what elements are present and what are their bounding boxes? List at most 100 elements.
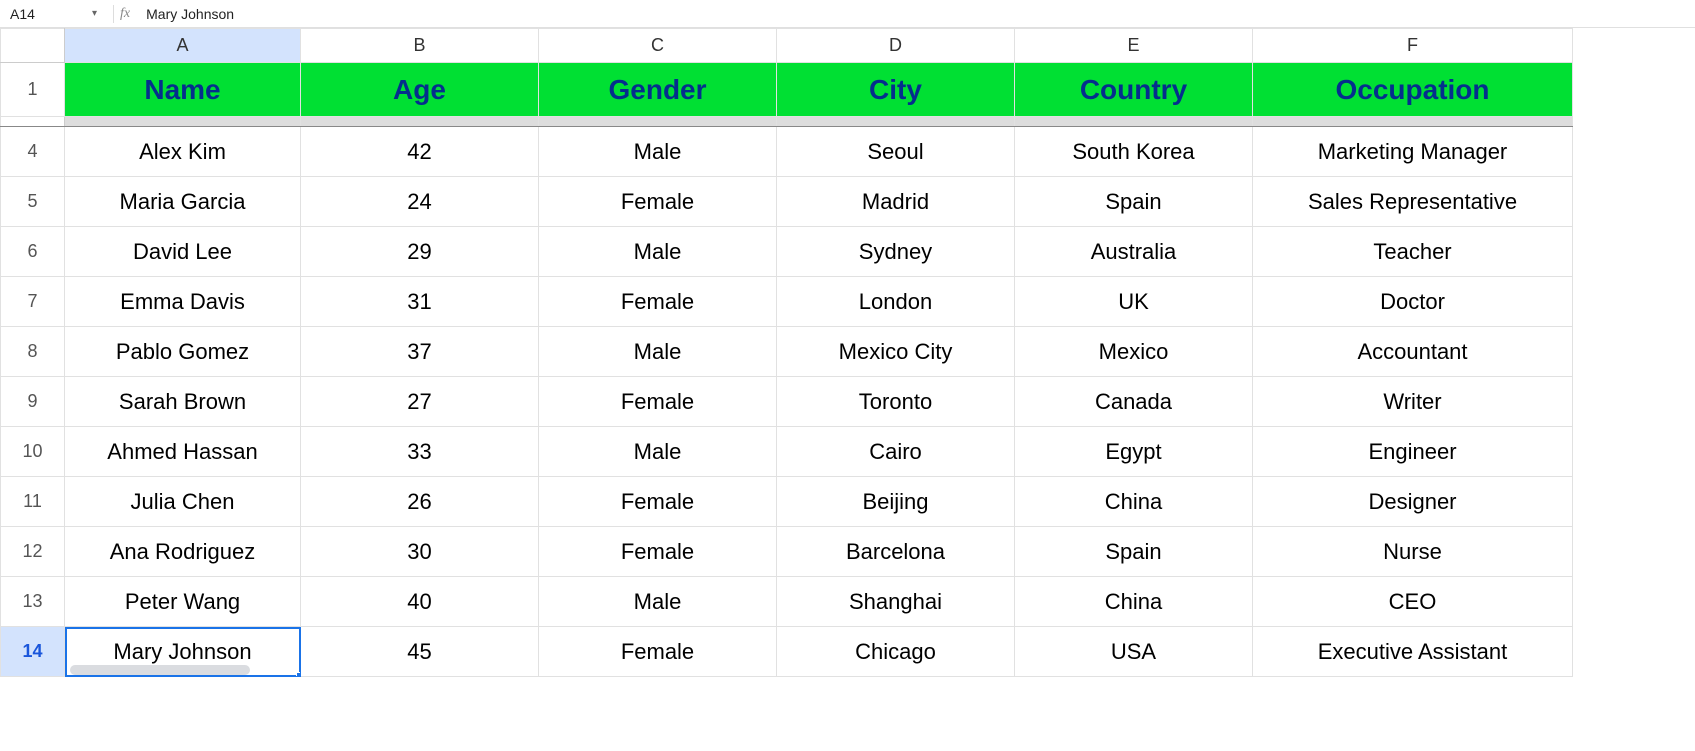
- cell-name[interactable]: Peter Wang: [65, 577, 301, 627]
- cell-country[interactable]: Spain: [1015, 177, 1253, 227]
- hidden-rows-indicator[interactable]: [1, 117, 1573, 127]
- row-header-10[interactable]: 10: [1, 427, 65, 477]
- cell-gender[interactable]: Female: [539, 377, 777, 427]
- cell-occupation[interactable]: Designer: [1253, 477, 1573, 527]
- cell-gender[interactable]: Male: [539, 327, 777, 377]
- cell-gender[interactable]: Female: [539, 177, 777, 227]
- cell-country[interactable]: Spain: [1015, 527, 1253, 577]
- header-gender[interactable]: Gender: [539, 63, 777, 117]
- cell-city[interactable]: Madrid: [777, 177, 1015, 227]
- cell-name[interactable]: Sarah Brown: [65, 377, 301, 427]
- column-header-E[interactable]: E: [1015, 29, 1253, 63]
- cell-age[interactable]: 30: [301, 527, 539, 577]
- cell-age[interactable]: 27: [301, 377, 539, 427]
- cell-occupation[interactable]: Sales Representative: [1253, 177, 1573, 227]
- row-header-12[interactable]: 12: [1, 527, 65, 577]
- row-header-14[interactable]: 14: [1, 627, 65, 677]
- cell-gender[interactable]: Female: [539, 477, 777, 527]
- cell-gender[interactable]: Male: [539, 127, 777, 177]
- name-box[interactable]: A14: [4, 4, 92, 24]
- cell-name[interactable]: Emma Davis: [65, 277, 301, 327]
- cell-country[interactable]: UK: [1015, 277, 1253, 327]
- column-header-B[interactable]: B: [301, 29, 539, 63]
- cell-occupation[interactable]: Teacher: [1253, 227, 1573, 277]
- cell-gender[interactable]: Male: [539, 427, 777, 477]
- header-name[interactable]: Name: [65, 63, 301, 117]
- cell-city[interactable]: Barcelona: [777, 527, 1015, 577]
- cell-country[interactable]: Mexico: [1015, 327, 1253, 377]
- column-header-F[interactable]: F: [1253, 29, 1573, 63]
- column-header-C[interactable]: C: [539, 29, 777, 63]
- table-row: 6 David Lee 29 Male Sydney Australia Tea…: [1, 227, 1573, 277]
- cell-country[interactable]: Egypt: [1015, 427, 1253, 477]
- cell-country[interactable]: China: [1015, 577, 1253, 627]
- cell-name[interactable]: Ahmed Hassan: [65, 427, 301, 477]
- cell-gender[interactable]: Male: [539, 577, 777, 627]
- cell-city[interactable]: Beijing: [777, 477, 1015, 527]
- fill-handle-icon[interactable]: [296, 672, 301, 677]
- row-header-4[interactable]: 4: [1, 127, 65, 177]
- cell-name[interactable]: Alex Kim: [65, 127, 301, 177]
- row-header-8[interactable]: 8: [1, 327, 65, 377]
- cell-occupation[interactable]: Doctor: [1253, 277, 1573, 327]
- cell-name[interactable]: Julia Chen: [65, 477, 301, 527]
- cell-city[interactable]: Mexico City: [777, 327, 1015, 377]
- cell-occupation[interactable]: Accountant: [1253, 327, 1573, 377]
- row-header-5[interactable]: 5: [1, 177, 65, 227]
- header-occupation[interactable]: Occupation: [1253, 63, 1573, 117]
- fx-icon: fx: [120, 6, 130, 22]
- cell-name[interactable]: David Lee: [65, 227, 301, 277]
- header-country[interactable]: Country: [1015, 63, 1253, 117]
- column-header-A[interactable]: A: [65, 29, 301, 63]
- cell-occupation[interactable]: Executive Assistant: [1253, 627, 1573, 677]
- row-header-7[interactable]: 7: [1, 277, 65, 327]
- cell-name[interactable]: Pablo Gomez: [65, 327, 301, 377]
- cell-age[interactable]: 42: [301, 127, 539, 177]
- cell-occupation[interactable]: Engineer: [1253, 427, 1573, 477]
- cell-age[interactable]: 33: [301, 427, 539, 477]
- cell-occupation[interactable]: Marketing Manager: [1253, 127, 1573, 177]
- cell-city[interactable]: Chicago: [777, 627, 1015, 677]
- row-header-13[interactable]: 13: [1, 577, 65, 627]
- header-age[interactable]: Age: [301, 63, 539, 117]
- cell-occupation[interactable]: CEO: [1253, 577, 1573, 627]
- cell-city[interactable]: Seoul: [777, 127, 1015, 177]
- row-header-1[interactable]: 1: [1, 63, 65, 117]
- cell-name[interactable]: Maria Garcia: [65, 177, 301, 227]
- table-row: 7 Emma Davis 31 Female London UK Doctor: [1, 277, 1573, 327]
- cell-occupation[interactable]: Nurse: [1253, 527, 1573, 577]
- spreadsheet-grid[interactable]: A B C D E F 1 Name Age Gender City Count…: [0, 28, 1695, 677]
- row-header-6[interactable]: 6: [1, 227, 65, 277]
- cell-occupation[interactable]: Writer: [1253, 377, 1573, 427]
- cell-gender[interactable]: Female: [539, 627, 777, 677]
- cell-name[interactable]: Ana Rodriguez: [65, 527, 301, 577]
- cell-city[interactable]: Shanghai: [777, 577, 1015, 627]
- cell-gender[interactable]: Female: [539, 277, 777, 327]
- cell-city[interactable]: Sydney: [777, 227, 1015, 277]
- select-all-corner[interactable]: [1, 29, 65, 63]
- cell-age[interactable]: 26: [301, 477, 539, 527]
- horizontal-scrollbar[interactable]: [70, 665, 250, 675]
- cell-country[interactable]: China: [1015, 477, 1253, 527]
- cell-age[interactable]: 37: [301, 327, 539, 377]
- cell-city[interactable]: London: [777, 277, 1015, 327]
- row-header-11[interactable]: 11: [1, 477, 65, 527]
- name-box-dropdown-icon[interactable]: ▾: [92, 8, 97, 19]
- cell-country[interactable]: USA: [1015, 627, 1253, 677]
- cell-age[interactable]: 24: [301, 177, 539, 227]
- cell-age[interactable]: 29: [301, 227, 539, 277]
- cell-age[interactable]: 31: [301, 277, 539, 327]
- cell-country[interactable]: Australia: [1015, 227, 1253, 277]
- cell-country[interactable]: South Korea: [1015, 127, 1253, 177]
- cell-city[interactable]: Cairo: [777, 427, 1015, 477]
- cell-age[interactable]: 40: [301, 577, 539, 627]
- cell-gender[interactable]: Female: [539, 527, 777, 577]
- cell-country[interactable]: Canada: [1015, 377, 1253, 427]
- column-header-D[interactable]: D: [777, 29, 1015, 63]
- cell-city[interactable]: Toronto: [777, 377, 1015, 427]
- row-header-9[interactable]: 9: [1, 377, 65, 427]
- cell-gender[interactable]: Male: [539, 227, 777, 277]
- header-city[interactable]: City: [777, 63, 1015, 117]
- formula-input[interactable]: Mary Johnson: [142, 4, 1691, 24]
- cell-age[interactable]: 45: [301, 627, 539, 677]
